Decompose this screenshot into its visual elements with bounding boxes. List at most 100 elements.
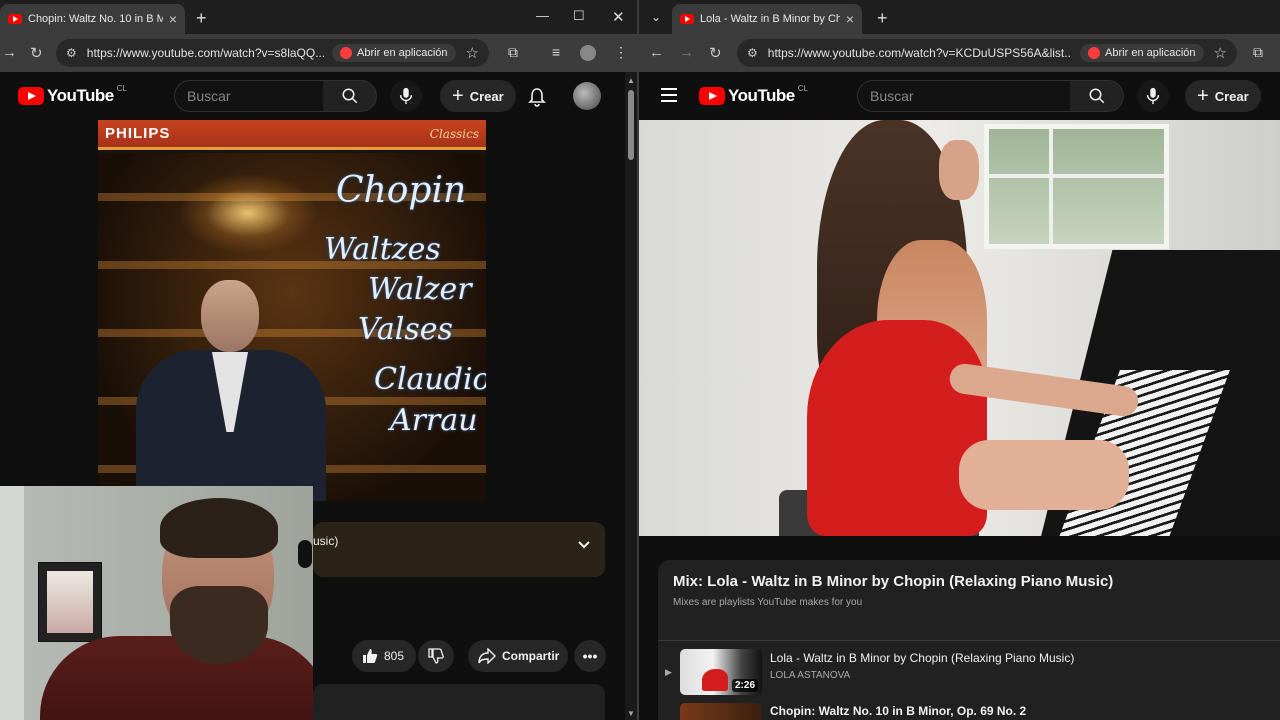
bookmark-star-icon[interactable]: ☆	[466, 44, 479, 62]
search-button[interactable]	[323, 80, 377, 112]
omnibox[interactable]: ⚙ https://www.youtube.com/watch?v=KCDuUS…	[737, 39, 1237, 67]
playlist-item[interactable]: Chopin: Waltz No. 10 in B Minor, Op. 69 …	[658, 703, 1280, 720]
search-button[interactable]	[1070, 80, 1124, 112]
address-bar-row: → ↻ ⚙ https://www.youtube.com/watch?v=s8…	[0, 34, 637, 72]
share-arrow-icon	[478, 648, 496, 664]
description-snippet: usic)	[313, 534, 339, 548]
youtube-wordmark: YouTube	[47, 86, 114, 105]
thumbs-down-icon	[428, 648, 444, 664]
extensions-icon[interactable]: ⧉	[508, 44, 518, 61]
youtube-header: YouTube CL Buscar + Crear	[0, 72, 637, 120]
omnibox[interactable]: ⚙ https://www.youtube.com/watch?v=s8laQQ…	[56, 39, 489, 67]
webcam-overlay	[0, 486, 313, 720]
share-button[interactable]: Compartir	[468, 640, 568, 672]
tab-strip: Chopin: Waltz No. 10 in B Mino × + — ☐ ✕	[0, 0, 637, 34]
presenter-hair	[160, 498, 278, 558]
pianist-portrait	[136, 280, 326, 501]
scroll-up-arrow-icon[interactable]: ▲	[627, 76, 635, 85]
playlist-item-thumbnail[interactable]	[680, 703, 762, 720]
more-actions-button[interactable]: •••	[574, 640, 606, 672]
bookmark-star-icon[interactable]: ☆	[1214, 44, 1227, 62]
youtube-favicon-icon	[680, 14, 694, 24]
voice-search-button[interactable]	[1137, 80, 1169, 112]
create-button[interactable]: + Crear	[1185, 80, 1261, 112]
album-artist-line: Arrau	[390, 403, 478, 438]
tab-chopin-waltz[interactable]: Chopin: Waltz No. 10 in B Mino ×	[0, 4, 185, 34]
scrollbar-thumb[interactable]	[628, 90, 634, 160]
playlist-subtitle: Mixes are playlists YouTube makes for yo…	[673, 597, 863, 608]
playlist-item-thumbnail[interactable]: 2:26	[680, 649, 762, 695]
hamburger-menu-icon[interactable]	[661, 88, 677, 106]
youtube-app-icon	[340, 47, 353, 59]
classics-label: Classics	[429, 126, 479, 141]
extensions-icon[interactable]: ⧉	[1253, 44, 1263, 61]
plus-icon: +	[452, 84, 464, 107]
forward-icon[interactable]: →	[2, 44, 17, 61]
new-tab-icon[interactable]: +	[877, 8, 888, 29]
reload-icon[interactable]: ↻	[709, 44, 722, 62]
chevron-down-icon[interactable]	[577, 540, 591, 550]
youtube-wordmark: YouTube	[728, 86, 795, 105]
playlist-item-channel[interactable]: LOLA ASTANOVA	[770, 670, 850, 681]
youtube-play-icon	[18, 87, 44, 105]
browser-menu-icon[interactable]: ⋮	[614, 44, 628, 61]
create-label: Crear	[469, 88, 504, 104]
reload-icon[interactable]: ↻	[30, 44, 43, 62]
close-tab-icon[interactable]: ×	[169, 11, 177, 27]
new-tab-icon[interactable]: +	[196, 8, 207, 29]
maximize-icon[interactable]: ☐	[573, 8, 585, 24]
notifications-bell-icon[interactable]	[528, 87, 546, 107]
album-composer: Chopin	[336, 170, 467, 211]
album-artist-line: Claudio	[374, 362, 486, 397]
profile-avatar[interactable]	[580, 45, 596, 61]
dislike-button[interactable]	[418, 640, 454, 672]
video-duration: 2:26	[731, 679, 758, 692]
right-browser-window: ⌄ Lola - Waltz in B Minor by Chop × + ← …	[639, 0, 1280, 720]
wall-picture-art	[47, 571, 93, 633]
open-in-app-button[interactable]: Abrir en aplicación	[1080, 44, 1204, 62]
site-info-icon[interactable]: ⚙	[66, 46, 77, 60]
description-box[interactable]: usic)	[313, 522, 605, 577]
album-title-line: Valses	[358, 312, 453, 347]
playlist-item-title[interactable]: Lola - Waltz in B Minor by Chopin (Relax…	[770, 651, 1074, 665]
youtube-logo[interactable]: YouTube CL	[18, 83, 127, 106]
pianist-head	[201, 280, 259, 352]
youtube-logo[interactable]: YouTube CL	[699, 84, 808, 106]
webcam-door	[0, 486, 24, 720]
playlist-title[interactable]: Mix: Lola - Waltz in B Minor by Chopin (…	[673, 573, 1113, 590]
playlist-divider	[658, 640, 1280, 641]
tab-search-chevron-icon[interactable]: ⌄	[651, 10, 661, 24]
open-in-app-button[interactable]: Abrir en aplicación	[332, 44, 456, 62]
page-scrollbar[interactable]: ▲ ▼	[625, 72, 637, 720]
search-input[interactable]: Buscar	[857, 80, 1071, 112]
youtube-header: YouTube CL Buscar + Crear	[639, 72, 1280, 120]
youtube-app-icon	[1088, 47, 1101, 59]
close-window-icon[interactable]: ✕	[612, 8, 625, 26]
site-info-icon[interactable]: ⚙	[747, 46, 758, 60]
video-player[interactable]	[639, 120, 1280, 536]
pianist-legs	[959, 440, 1129, 510]
close-tab-icon[interactable]: ×	[846, 11, 854, 27]
like-button[interactable]: 805	[352, 640, 416, 672]
headset	[298, 540, 312, 568]
country-code: CL	[116, 83, 127, 93]
playlist-item-title[interactable]: Chopin: Waltz No. 10 in B Minor, Op. 69 …	[770, 704, 1026, 718]
minimize-icon[interactable]: —	[536, 8, 549, 23]
search-input[interactable]: Buscar	[174, 80, 324, 112]
tab-lola-waltz[interactable]: Lola - Waltz in B Minor by Chop ×	[672, 4, 862, 34]
back-icon[interactable]: ←	[649, 44, 664, 61]
tab-title: Lola - Waltz in B Minor by Chop	[700, 13, 840, 25]
playlist-item[interactable]: ▶ 2:26 Lola - Waltz in B Minor by Chopin…	[658, 649, 1280, 701]
voice-search-button[interactable]	[390, 80, 422, 112]
account-avatar[interactable]	[573, 82, 601, 110]
more-dots-icon: •••	[582, 648, 598, 664]
scroll-down-arrow-icon[interactable]: ▼	[627, 709, 635, 718]
forward-icon[interactable]: →	[679, 44, 694, 61]
youtube-favicon-icon	[8, 14, 22, 24]
reading-list-icon[interactable]: ≡	[552, 44, 560, 60]
pianist-face	[939, 140, 979, 200]
comments-section	[313, 684, 605, 720]
share-label: Compartir	[502, 649, 560, 663]
album-cover-video[interactable]: PHILIPS Classics Chopin Waltzes Walzer V…	[98, 120, 486, 501]
create-button[interactable]: + Crear	[440, 80, 516, 112]
